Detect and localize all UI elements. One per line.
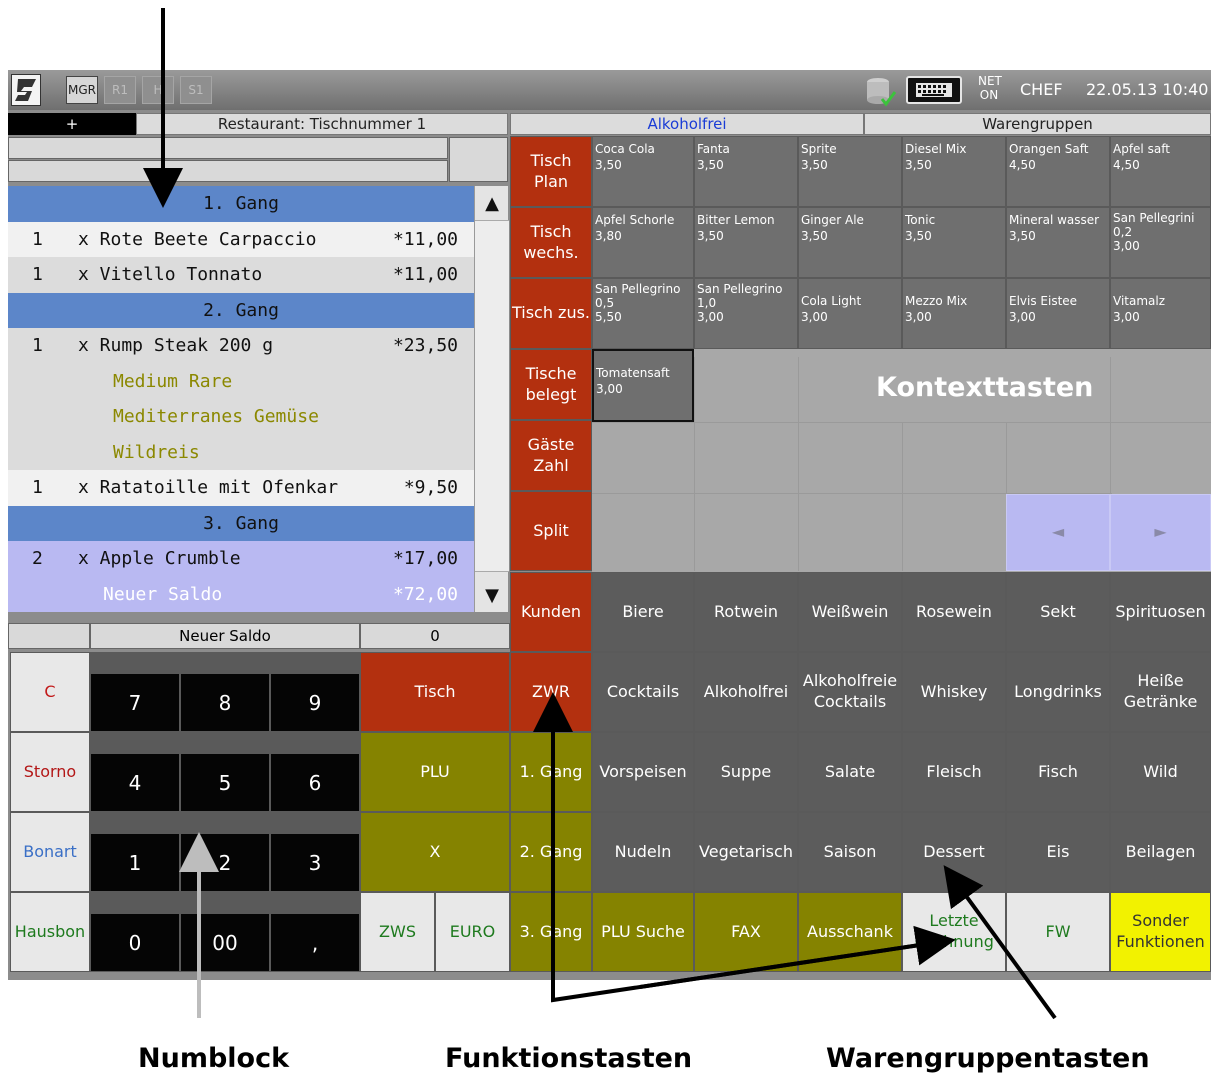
funktionstasten-caption: Funktionstasten <box>445 1043 693 1074</box>
numblock-caption: Numblock <box>138 1043 290 1074</box>
annotation-arrows <box>143 8 1057 1020</box>
warengruppentasten-caption: Warengruppentasten <box>826 1043 1150 1074</box>
function-keys-arrow <box>533 692 956 1003</box>
warengruppen-arrow <box>943 865 1057 1020</box>
